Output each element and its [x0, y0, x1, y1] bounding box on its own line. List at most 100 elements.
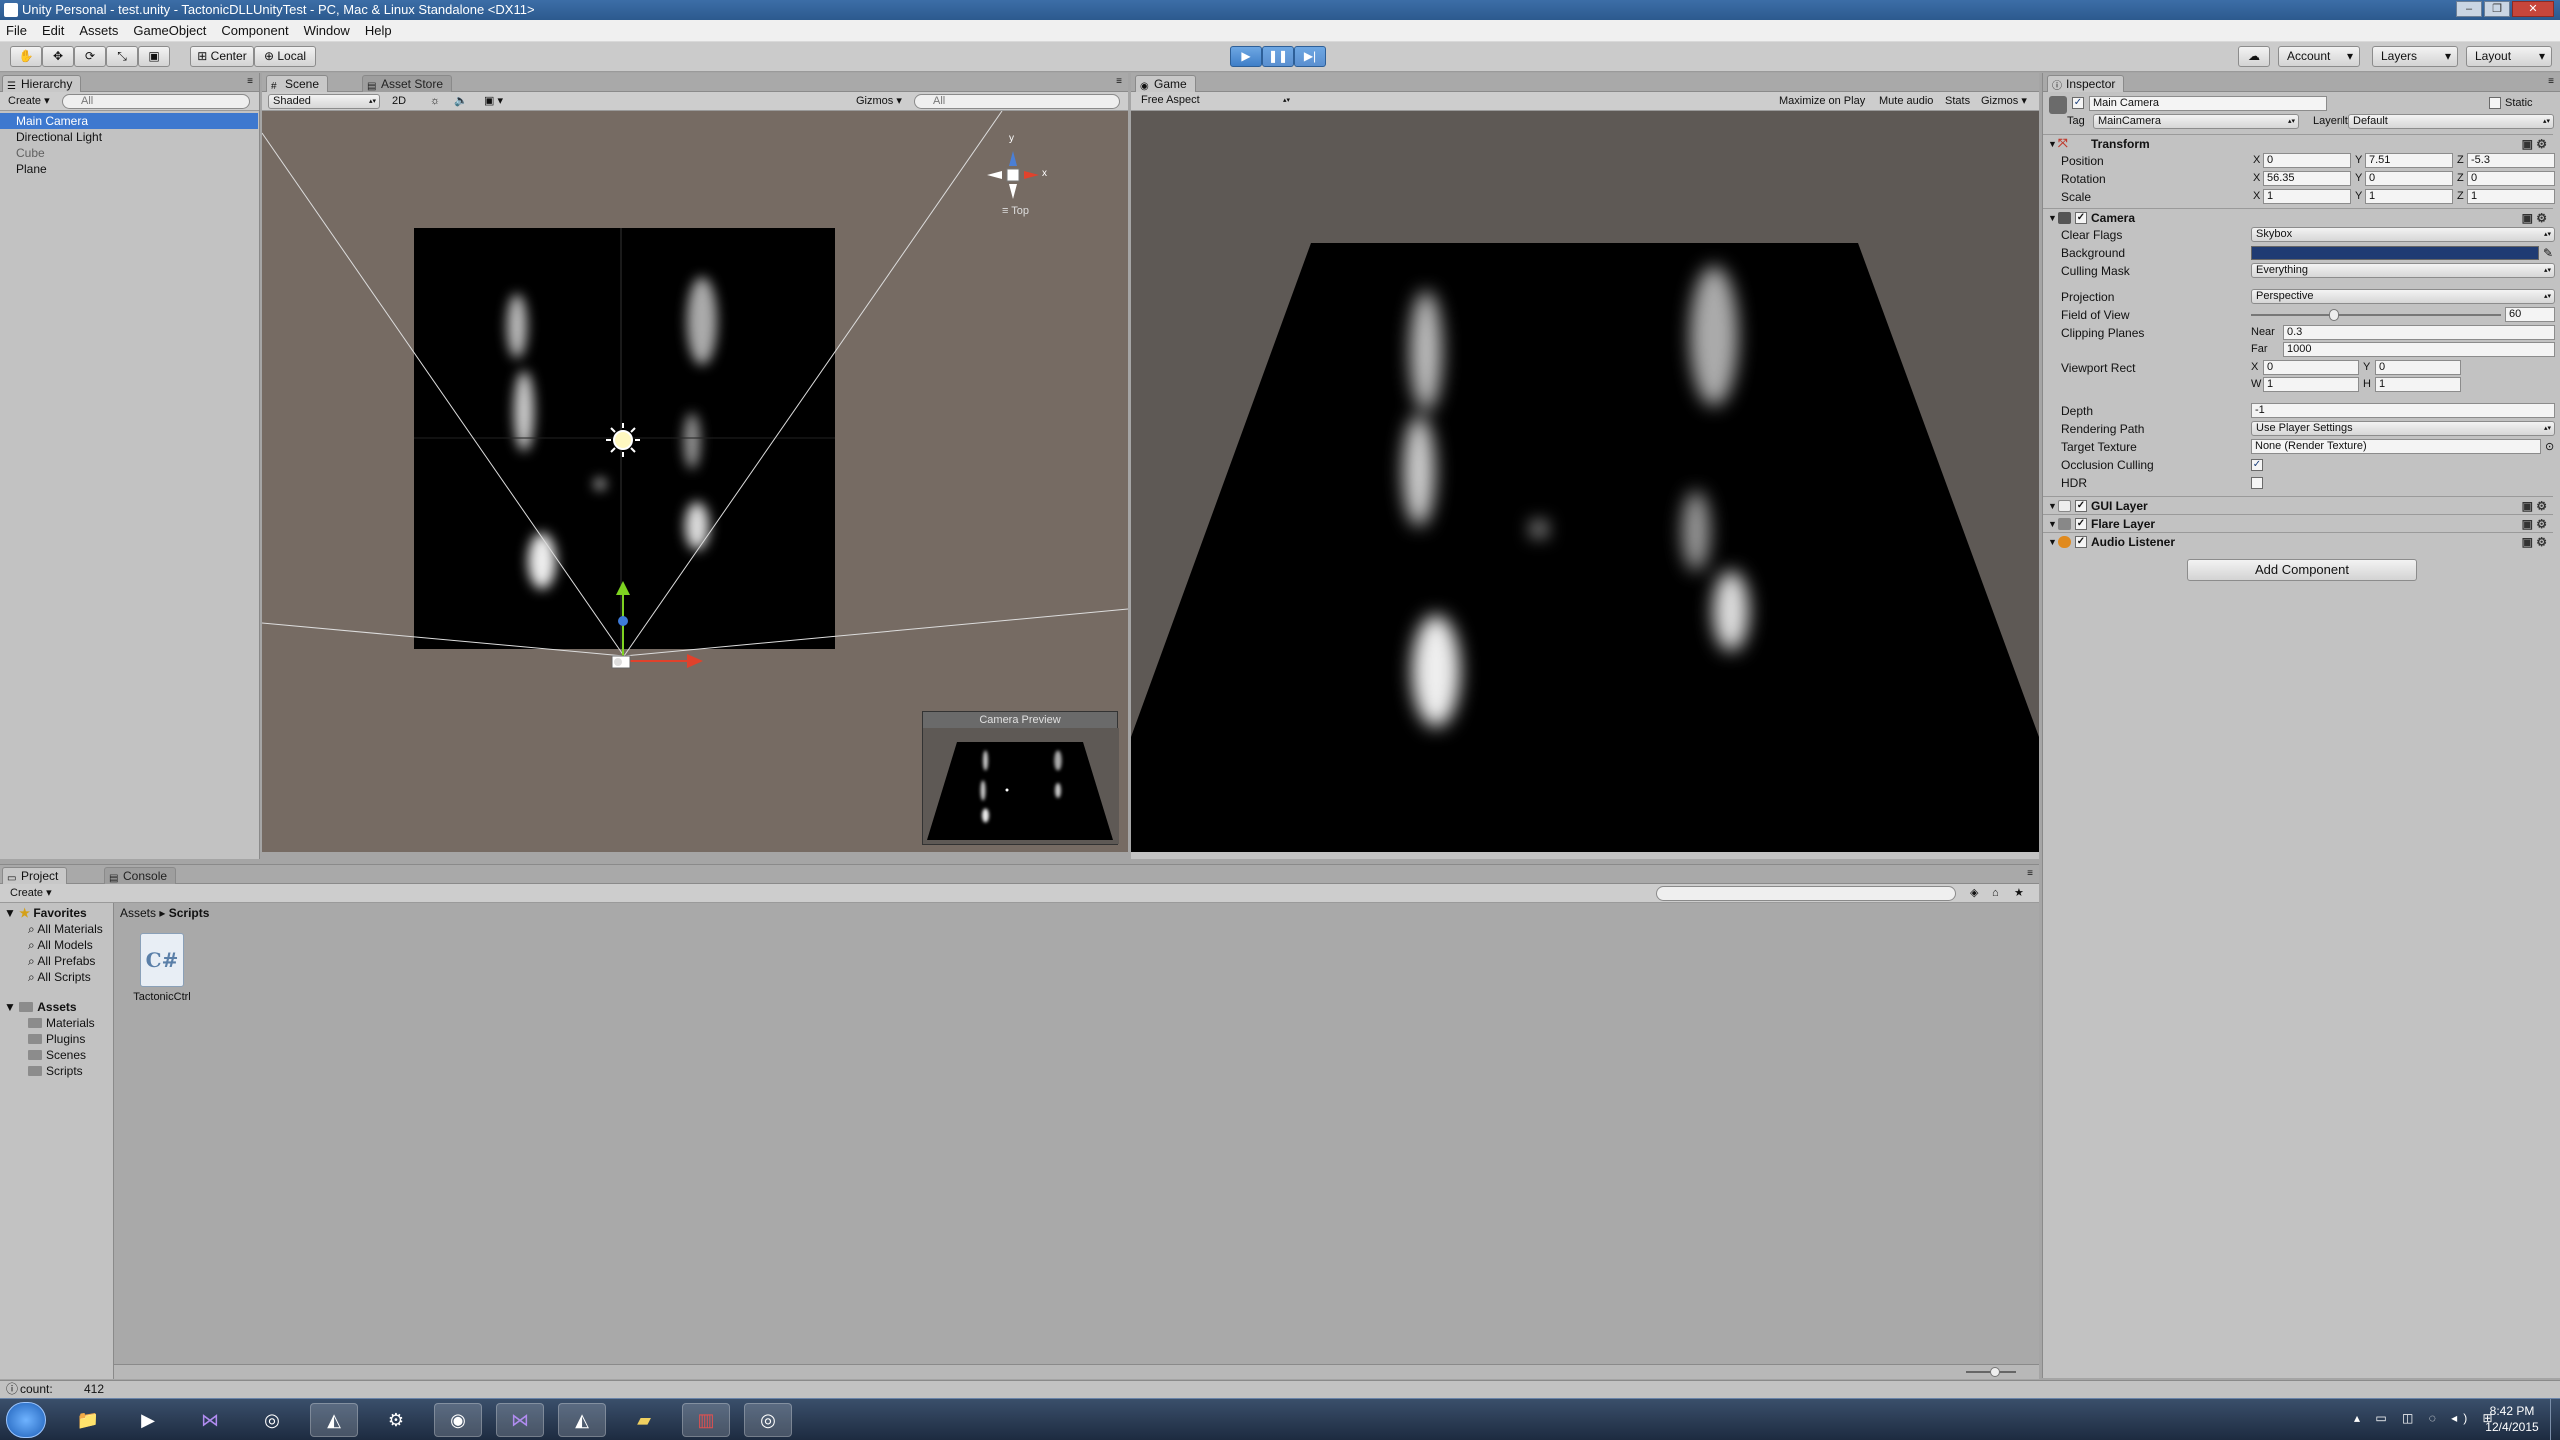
- folder-scripts[interactable]: Scripts: [28, 1063, 83, 1079]
- taskbar-folder-icon[interactable]: ▰: [620, 1403, 668, 1437]
- favorite-all-materials[interactable]: ⌕ All Materials: [28, 921, 103, 937]
- tab-console[interactable]: ▤ Console: [104, 867, 177, 884]
- close-button[interactable]: ✕: [2512, 1, 2554, 17]
- favorite-all-scripts[interactable]: ⌕ All Scripts: [28, 969, 91, 985]
- favorites-section[interactable]: ▼ ★ Favorites: [4, 905, 87, 921]
- taskbar-explorer-icon[interactable]: 📁: [64, 1403, 112, 1437]
- hdr-checkbox[interactable]: [2251, 477, 2263, 489]
- hierarchy-item-main-camera[interactable]: Main Camera: [0, 113, 258, 129]
- scale-tool-button[interactable]: ⤡: [106, 46, 138, 67]
- hierarchy-item-plane[interactable]: Plane: [0, 161, 258, 177]
- scale-x-field[interactable]: 1: [2263, 189, 2351, 204]
- rendering-path-dropdown[interactable]: Use Player Settings: [2251, 421, 2555, 436]
- culling-mask-dropdown[interactable]: Everything: [2251, 263, 2555, 278]
- tab-project[interactable]: ▭ Project: [2, 867, 68, 884]
- target-texture-field[interactable]: None (Render Texture): [2251, 439, 2541, 454]
- viewport-w-field[interactable]: 1: [2263, 377, 2359, 392]
- menu-gameobject[interactable]: GameObject: [133, 23, 206, 38]
- show-desktop-button[interactable]: [2550, 1399, 2560, 1440]
- hierarchy-item-directional-light[interactable]: Directional Light: [0, 129, 258, 145]
- cloud-services-button[interactable]: ☁: [2238, 46, 2270, 67]
- rotation-x-field[interactable]: 56.35: [2263, 171, 2351, 186]
- maximize-button[interactable]: ❐: [2484, 1, 2510, 17]
- rotation-z-field[interactable]: 0: [2467, 171, 2555, 186]
- taskbar-media-player-icon[interactable]: ▶: [124, 1403, 172, 1437]
- pause-button[interactable]: ❚❚: [1262, 46, 1294, 67]
- taskbar-chrome-2-icon[interactable]: ◎: [744, 1403, 792, 1437]
- gizmos-dropdown[interactable]: Gizmos ▾: [856, 94, 902, 109]
- gui-layer-header[interactable]: ▼ ✓ GUI Layer ▣ ⚙: [2043, 496, 2553, 514]
- menu-assets[interactable]: Assets: [79, 23, 118, 38]
- gameobject-name-field[interactable]: Main Camera: [2089, 96, 2327, 111]
- account-dropdown[interactable]: Account ▾: [2278, 46, 2360, 67]
- object-picker-icon[interactable]: ⊙: [2545, 438, 2554, 456]
- layout-dropdown[interactable]: Layout ▾: [2466, 46, 2552, 67]
- game-viewport[interactable]: [1131, 111, 2039, 852]
- flare-layer-enabled-checkbox[interactable]: ✓: [2075, 518, 2087, 530]
- aspect-dropdown[interactable]: Free Aspect: [1137, 94, 1293, 109]
- menu-edit[interactable]: Edit: [42, 23, 64, 38]
- folder-scenes[interactable]: Scenes: [28, 1047, 86, 1063]
- tag-dropdown[interactable]: MainCamera: [2093, 114, 2299, 129]
- hand-tool-button[interactable]: ✋: [10, 46, 42, 67]
- audio-toggle-icon[interactable]: 🔈: [454, 94, 468, 109]
- icon-size-slider-thumb[interactable]: [1990, 1367, 2000, 1377]
- pivot-local-button[interactable]: ⊕ Local: [254, 46, 316, 67]
- camera-header[interactable]: ▼ ✓ Camera ▣ ⚙: [2043, 208, 2553, 226]
- menu-component[interactable]: Component: [221, 23, 288, 38]
- game-gizmos-dropdown[interactable]: Gizmos ▾: [1981, 94, 2027, 109]
- near-clip-field[interactable]: 0.3: [2283, 325, 2555, 340]
- scale-z-field[interactable]: 1: [2467, 189, 2555, 204]
- effects-dropdown-icon[interactable]: ▣ ▾: [484, 94, 503, 109]
- pivot-center-button[interactable]: ⊞ Center: [190, 46, 254, 67]
- eyedropper-icon[interactable]: ✎: [2543, 244, 2553, 262]
- project-search-input[interactable]: [1656, 886, 1956, 901]
- 2d-mode-toggle[interactable]: 2D: [392, 94, 406, 109]
- gameobject-active-checkbox[interactable]: ✓: [2072, 97, 2084, 109]
- position-z-field[interactable]: -5.3: [2467, 153, 2555, 168]
- panel-menu-icon[interactable]: ≡: [2548, 76, 2554, 87]
- add-component-button[interactable]: Add Component: [2187, 559, 2417, 581]
- fov-slider-track[interactable]: [2251, 314, 2501, 316]
- flare-layer-header[interactable]: ▼ ✓ Flare Layer ▣ ⚙: [2043, 514, 2553, 532]
- taskbar-app-icon[interactable]: ◉: [434, 1403, 482, 1437]
- gear-icon[interactable]: ▣ ⚙: [2522, 497, 2547, 515]
- menu-file[interactable]: File: [6, 23, 27, 38]
- lighting-toggle-icon[interactable]: ☼: [430, 94, 440, 109]
- rotation-y-field[interactable]: 0: [2365, 171, 2453, 186]
- folder-materials[interactable]: Materials: [28, 1015, 95, 1031]
- step-button[interactable]: ▶|: [1294, 46, 1326, 67]
- taskbar-clock[interactable]: 8:42 PM 12/4/2015: [2480, 1403, 2544, 1435]
- breadcrumb-assets[interactable]: Assets: [120, 906, 156, 920]
- viewport-y-field[interactable]: 0: [2375, 360, 2461, 375]
- gear-icon[interactable]: ▣ ⚙: [2522, 135, 2547, 153]
- tab-hierarchy[interactable]: ☰ Hierarchy: [2, 75, 82, 92]
- depth-field[interactable]: -1: [2251, 403, 2555, 418]
- taskbar-audio-app-icon[interactable]: ▥: [682, 1403, 730, 1437]
- layers-dropdown[interactable]: Layers ▾: [2372, 46, 2458, 67]
- scene-orientation-gizmo[interactable]: [987, 151, 1039, 199]
- scene-viewport[interactable]: y x ≡ Top Camera Preview: [262, 111, 1128, 852]
- clear-flags-dropdown[interactable]: Skybox: [2251, 227, 2555, 242]
- fov-slider-thumb[interactable]: [2328, 309, 2339, 321]
- audio-listener-header[interactable]: ▼ ✓ Audio Listener ▣ ⚙: [2043, 532, 2553, 550]
- position-x-field[interactable]: 0: [2263, 153, 2351, 168]
- panel-menu-icon[interactable]: ≡: [1116, 76, 1122, 87]
- tab-inspector[interactable]: ⓘ Inspector: [2047, 75, 2125, 92]
- transform-header[interactable]: ▼ ⤧ Transform ▣ ⚙: [2043, 134, 2553, 152]
- taskbar-unity-icon[interactable]: ◭: [310, 1403, 358, 1437]
- filter-by-type-icon[interactable]: ◈: [1970, 886, 1978, 901]
- scene-view-label[interactable]: ≡ Top: [1002, 205, 1029, 217]
- taskbar-chrome-icon[interactable]: ◎: [248, 1403, 296, 1437]
- rotate-tool-button[interactable]: ⟳: [74, 46, 106, 67]
- folder-plugins[interactable]: Plugins: [28, 1031, 85, 1047]
- occlusion-culling-checkbox[interactable]: ✓: [2251, 459, 2263, 471]
- tab-scene[interactable]: # Scene: [266, 75, 329, 92]
- panel-menu-icon[interactable]: ≡: [2027, 868, 2033, 879]
- breadcrumb-scripts[interactable]: Scripts: [169, 906, 210, 920]
- viewport-h-field[interactable]: 1: [2375, 377, 2461, 392]
- scale-y-field[interactable]: 1: [2365, 189, 2453, 204]
- menu-window[interactable]: Window: [304, 23, 350, 38]
- asset-file-tactonicctrl[interactable]: C# TactonicCtrl: [130, 933, 194, 1015]
- favorite-all-models[interactable]: ⌕ All Models: [28, 937, 93, 953]
